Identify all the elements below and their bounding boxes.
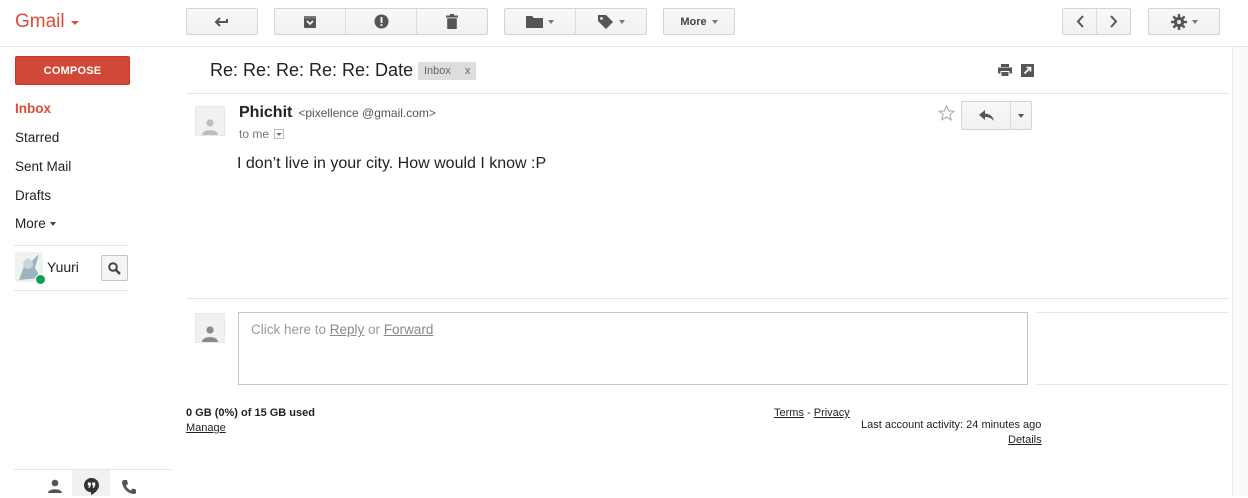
caret-down-icon <box>618 19 625 24</box>
thread-subject: Re: Re: Re: Re: Re: Date <box>210 60 414 80</box>
chevron-right-icon <box>1109 15 1117 28</box>
printer-icon <box>998 64 1012 77</box>
chat-user-name[interactable]: Yuuri <box>47 259 79 275</box>
legal-links: Terms - Privacy <box>774 407 850 419</box>
terms-link[interactable]: Terms <box>774 407 804 419</box>
action-button-group <box>274 8 488 35</box>
reply-button[interactable] <box>961 101 1011 130</box>
sender-name[interactable]: Phichit <box>239 104 292 122</box>
search-icon <box>108 261 121 275</box>
person-icon <box>202 326 218 342</box>
inbox-label-chip[interactable]: Inbox x <box>418 62 477 80</box>
subject-divider <box>186 93 1229 94</box>
reply-box-right-rule <box>1037 312 1229 313</box>
sidebar-item-inbox[interactable]: Inbox <box>15 101 51 116</box>
move-label-group <box>504 8 647 35</box>
caret-down-icon <box>49 221 56 226</box>
caret-down-icon <box>1191 19 1198 24</box>
my-avatar <box>195 313 225 343</box>
labels-button[interactable] <box>575 8 647 35</box>
online-status-indicator <box>35 274 46 285</box>
sidebar-divider <box>14 290 129 291</box>
remove-label-button[interactable]: x <box>465 65 471 77</box>
pagination-group <box>1062 8 1131 35</box>
star-button[interactable] <box>937 104 956 124</box>
reply-prompt: Click here to Reply or Forward <box>251 322 433 337</box>
sender-email: <pixellence @gmail.com> <box>298 106 436 120</box>
message-divider <box>186 298 1229 299</box>
older-button[interactable] <box>1096 8 1131 35</box>
caret-down-icon <box>276 132 283 136</box>
caret-down-icon <box>70 21 79 25</box>
reply-more-button[interactable] <box>1010 101 1032 130</box>
more-actions-button[interactable]: More <box>663 8 735 35</box>
manage-storage-link[interactable]: Manage <box>186 422 226 434</box>
person-icon <box>48 479 62 493</box>
gmail-logo-menu[interactable]: Gmail <box>15 11 79 33</box>
sender-line: Phichit <pixellence @gmail.com> <box>239 104 436 122</box>
forward-link[interactable]: Forward <box>384 322 434 337</box>
search-people-button[interactable] <box>101 255 128 281</box>
phone-tab[interactable] <box>121 479 137 498</box>
sidebar-item-sent-mail[interactable]: Sent Mail <box>15 159 71 174</box>
sender-avatar <box>195 106 225 136</box>
print-all-button[interactable] <box>998 64 1012 80</box>
scrollbar-track[interactable] <box>1232 47 1248 496</box>
reply-prompt-or: or <box>364 322 384 337</box>
back-arrow-icon <box>214 16 228 27</box>
message-body: I don’t live in your city. How would I k… <box>237 155 547 172</box>
hangouts-quote-icon <box>84 478 99 495</box>
sidebar-divider <box>14 245 129 246</box>
last-activity: Last account activity: 24 minutes ago <box>861 419 1042 431</box>
trash-icon <box>446 14 458 29</box>
archive-button[interactable] <box>274 8 346 35</box>
caret-down-icon <box>548 19 554 24</box>
sidebar-item-starred[interactable]: Starred <box>15 130 59 145</box>
reply-box[interactable]: Click here to Reply or Forward <box>238 312 1028 385</box>
move-to-button[interactable] <box>504 8 576 35</box>
show-details-button[interactable] <box>274 129 285 139</box>
label-tag-icon <box>597 14 613 29</box>
compose-button[interactable]: COMPOSE <box>15 56 130 85</box>
newer-button[interactable] <box>1062 8 1097 35</box>
storage-usage: 0 GB (0%) of 15 GB used <box>186 407 315 419</box>
reply-box-right-rule <box>1037 384 1229 385</box>
back-button[interactable] <box>186 8 258 35</box>
recipient-text: to me <box>239 127 270 141</box>
report-spam-button[interactable] <box>345 8 417 35</box>
gmail-logo-text: Gmail <box>15 11 65 32</box>
reply-link[interactable]: Reply <box>330 322 365 337</box>
gear-icon <box>1170 13 1187 30</box>
report-spam-icon <box>374 14 388 29</box>
reply-arrow-icon <box>978 110 994 121</box>
contacts-tab[interactable] <box>48 479 62 496</box>
legal-separator: - <box>803 407 814 419</box>
delete-button[interactable] <box>416 8 488 35</box>
folder-icon <box>526 16 543 28</box>
label-name: Inbox <box>424 65 451 77</box>
phone-icon <box>122 480 136 494</box>
more-actions-label: More <box>680 15 707 28</box>
reply-prompt-prefix: Click here to <box>251 322 330 337</box>
caret-down-icon <box>1018 113 1024 118</box>
open-in-new-window-icon <box>1021 64 1034 77</box>
person-icon <box>202 119 218 135</box>
star-outline-icon <box>937 104 956 121</box>
sidebar-more-label: More <box>15 216 46 231</box>
reply-button-group <box>961 101 1032 130</box>
hangouts-tab[interactable] <box>84 478 99 498</box>
new-window-button[interactable] <box>1021 64 1034 80</box>
privacy-link[interactable]: Privacy <box>814 407 850 419</box>
header-divider <box>0 46 1248 47</box>
caret-down-icon <box>711 19 718 24</box>
settings-button[interactable] <box>1148 8 1220 35</box>
activity-details-link[interactable]: Details <box>1008 434 1042 446</box>
recipient-line: to me <box>239 127 285 141</box>
sidebar-item-drafts[interactable]: Drafts <box>15 188 51 203</box>
sidebar-item-more[interactable]: More <box>15 216 56 231</box>
chevron-left-icon <box>1076 15 1084 28</box>
archive-icon <box>304 15 316 28</box>
